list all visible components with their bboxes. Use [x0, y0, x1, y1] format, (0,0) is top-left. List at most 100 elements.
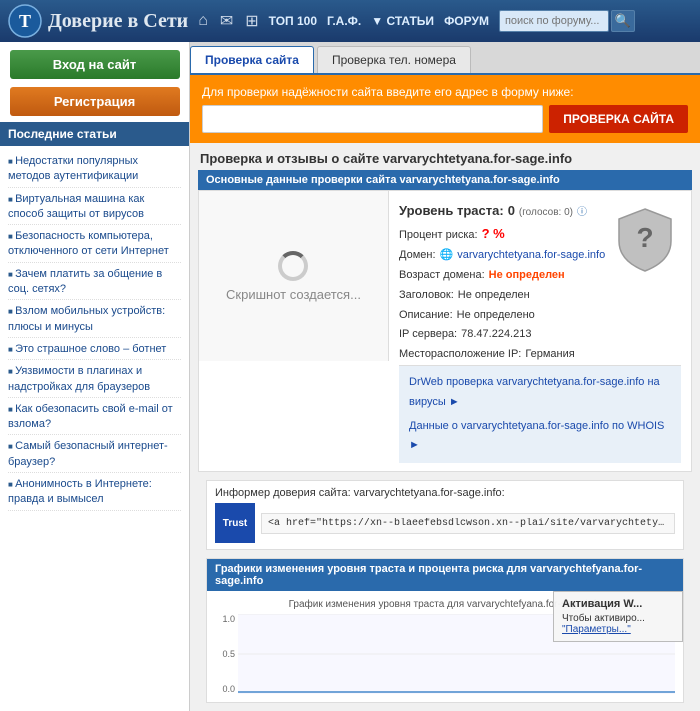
article-link[interactable]: Уязвимости в плагинах и надстройках для … [8, 365, 150, 392]
informer-icon: Trust [215, 503, 255, 543]
sidebar-articles-title: Последние статьи [0, 122, 189, 146]
percent-label: Процент риска: [399, 226, 478, 246]
age-value: Не определен [489, 266, 565, 286]
desc-label: Описание: [399, 306, 453, 326]
whois-link[interactable]: Данные о varvarychtetyana.for-sage.info … [409, 420, 664, 432]
activation-title: Активация W... [562, 598, 674, 610]
info-icon: ⓘ [577, 204, 587, 222]
nav-icons: ⌂ ✉ ⊞ [198, 11, 258, 31]
trust-votes: (голосов: 0) [519, 204, 573, 222]
check-submit-button[interactable]: ПРОВЕРКА САЙТА [549, 105, 688, 133]
article-link[interactable]: Безопасность компьютера, отключенного от… [8, 230, 169, 257]
screenshot-area: Скришнот создается... [199, 191, 389, 361]
search-button[interactable]: 🔍 [611, 10, 635, 32]
nav-forum[interactable]: ФОРУМ [444, 14, 489, 28]
info-data: Уровень траста: 0 (голосов: 0) ⓘ Процент… [399, 199, 605, 365]
loading-spinner [278, 251, 308, 281]
windows-activation-overlay: Активация W... Чтобы активиро... "Параме… [553, 591, 683, 642]
section-header: Основные данные проверки сайта varvarych… [198, 170, 692, 190]
article-link[interactable]: Виртуальная машина как способ защиты от … [8, 193, 144, 220]
whois-link-row: Данные о varvarychtetyana.for-sage.info … [409, 415, 671, 459]
article-link[interactable]: Самый безопасный интернет-браузер? [8, 440, 168, 467]
desc-value: Не определено [457, 306, 535, 326]
activation-text: Чтобы активиро... [562, 613, 674, 624]
location-label: Месторасположение IP: [399, 345, 521, 365]
age-label: Возраст домена: [399, 266, 485, 286]
info-panel: Уровень траста: 0 (голосов: 0) ⓘ Процент… [389, 191, 691, 471]
home-icon[interactable]: ⌂ [198, 12, 208, 30]
article-link[interactable]: Это страшное слово – ботнет [15, 343, 166, 355]
activation-link[interactable]: "Параметры..." [562, 624, 631, 635]
mail-icon[interactable]: ✉ [220, 11, 233, 31]
list-item: Недостатки популярных методов аутентифик… [8, 150, 181, 188]
ip-label: IP сервера: [399, 325, 457, 345]
percent-risk-row: Процент риска: ? % [399, 222, 605, 246]
data-links: DrWeb проверка varvarychtetyana.for-sage… [399, 365, 681, 463]
list-item: Уязвимости в плагинах и надстройках для … [8, 360, 181, 398]
ip-value: 78.47.224.213 [461, 325, 531, 345]
list-item: Самый безопасный интернет-браузер? [8, 435, 181, 473]
nav-articles[interactable]: ▼ СТАТЬИ [371, 14, 434, 28]
y-axis: 1.0 0.5 0.0 [215, 614, 238, 694]
data-section: Основные данные проверки сайта varvarych… [198, 170, 692, 703]
shield-icon: ? [615, 205, 675, 275]
list-item: Безопасность компьютера, отключенного от… [8, 225, 181, 263]
graph-area: График изменения уровня траста для varva… [207, 591, 683, 702]
desc-row: Описание: Не определено [399, 306, 605, 326]
list-item: Анонимность в Интернете: правда и вымысе… [8, 473, 181, 511]
tab-bar: Проверка сайта Проверка тел. номера [190, 42, 700, 75]
check-form-row: ПРОВЕРКА САЙТА [202, 105, 688, 133]
grid-icon[interactable]: ⊞ [245, 11, 258, 31]
domain-flag: 🌐 [440, 246, 454, 266]
screenshot-placeholder: Скришнот создается... [226, 251, 361, 302]
article-link[interactable]: Недостатки популярных методов аутентифик… [8, 155, 138, 182]
article-link[interactable]: Анонимность в Интернете: правда и вымысе… [8, 478, 152, 505]
site-url-input[interactable] [202, 105, 543, 133]
nav-gaf[interactable]: Г.А.Ф. [327, 14, 361, 28]
register-button[interactable]: Регистрация [10, 87, 180, 116]
tab-check-phone[interactable]: Проверка тел. номера [317, 46, 471, 73]
list-item: Это страшное слово – ботнет [8, 338, 181, 360]
informer-section: Информер доверия сайта: varvarychtetyana… [206, 480, 684, 550]
location-value: Германия [525, 345, 574, 365]
virus-check-link[interactable]: DrWeb проверка varvarychtetyana.for-sage… [409, 376, 660, 408]
graph-header: Графики изменения уровня траста и процен… [207, 559, 683, 591]
site-header: Т Доверие в Сети ⌂ ✉ ⊞ ТОП 100 Г.А.Ф. ▼ … [0, 0, 700, 42]
check-form-area: Для проверки надёжности сайта введите ег… [190, 75, 700, 143]
graph-section: Графики изменения уровня траста и процен… [206, 558, 684, 703]
percent-value: ? % [482, 222, 505, 245]
header-value: Не определен [458, 286, 530, 306]
svg-text:Т: Т [19, 11, 31, 31]
informer-content: Trust [215, 503, 675, 543]
logo-icon: Т [8, 4, 42, 38]
y-label-bot: 0.0 [215, 684, 235, 694]
informer-title: Информер доверия сайта: varvarychtetyana… [215, 487, 675, 499]
page-layout: Вход на сайт Регистрация Последние стать… [0, 42, 700, 711]
site-logo: Т Доверие в Сети [8, 4, 188, 38]
trust-level-value: 0 [508, 199, 515, 222]
virus-link-row: DrWeb проверка varvarychtetyana.for-sage… [409, 371, 671, 415]
y-label-top: 1.0 [215, 614, 235, 624]
ip-row: IP сервера: 78.47.224.213 [399, 325, 605, 345]
informer-code-input[interactable] [261, 513, 675, 534]
trust-level-label: Уровень траста: [399, 199, 504, 222]
article-link[interactable]: Взлом мобильных устройств: плюсы и минус… [8, 305, 165, 332]
article-link[interactable]: Как обезопасить свой e-mail от взлома? [8, 403, 173, 430]
domain-value[interactable]: varvarychtetyana.for-sage.info [457, 246, 605, 266]
article-link[interactable]: Зачем платить за общение в соц. сетях? [8, 268, 162, 295]
login-button[interactable]: Вход на сайт [10, 50, 180, 79]
tab-check-site[interactable]: Проверка сайта [190, 46, 314, 73]
trust-level-row: Уровень траста: 0 (голосов: 0) ⓘ [399, 199, 605, 222]
domain-label: Домен: [399, 246, 436, 266]
nav-links: ТОП 100 Г.А.Ф. ▼ СТАТЬИ ФОРУМ [269, 14, 489, 28]
location-row: Месторасположение IP: Германия [399, 345, 605, 365]
main-content: Проверка сайта Проверка тел. номера Для … [190, 42, 700, 711]
domain-row: Домен: 🌐 varvarychtetyana.for-sage.info [399, 246, 605, 266]
search-input[interactable] [499, 10, 609, 32]
trust-badge: ? [615, 205, 675, 275]
data-panel: Скришнот создается... Уровень траста: 0 … [198, 190, 692, 472]
y-label-mid: 0.5 [215, 649, 235, 659]
nav-top100[interactable]: ТОП 100 [269, 14, 317, 28]
sidebar-articles-list: Недостатки популярных методов аутентифик… [0, 146, 189, 515]
search-box: 🔍 [499, 10, 635, 32]
